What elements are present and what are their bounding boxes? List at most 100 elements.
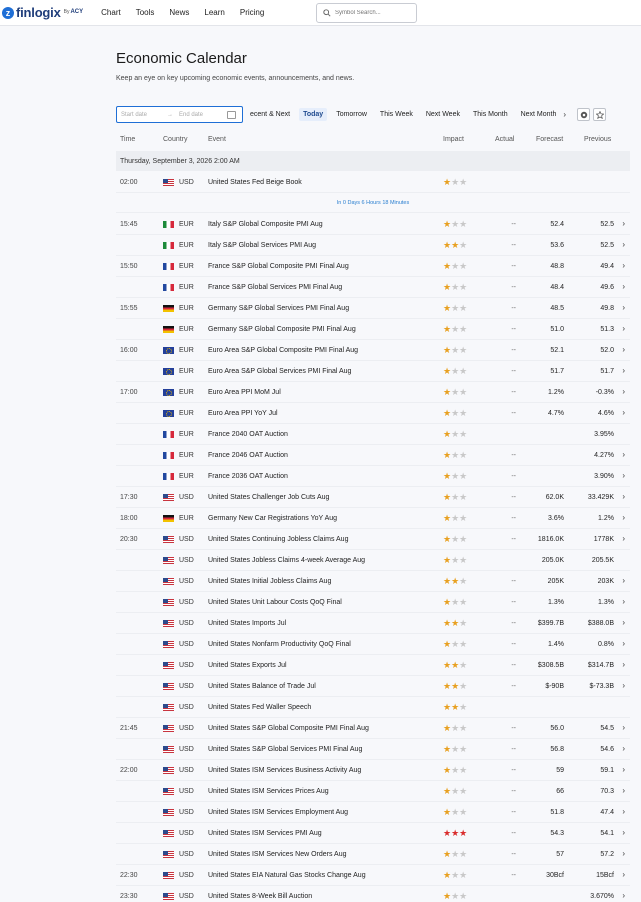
event-name[interactable]: United States S&P Global Composite PMI F… (208, 725, 369, 732)
tab-this-week[interactable]: This Week (376, 108, 417, 121)
chevron-right-icon[interactable]: › (622, 891, 625, 900)
table-row[interactable]: EUR France S&P Global Services PMI Final … (116, 277, 630, 298)
chevron-right-icon[interactable]: › (622, 723, 625, 732)
nav-pricing[interactable]: Pricing (240, 8, 264, 17)
chevron-right-icon[interactable]: › (622, 786, 625, 795)
event-name[interactable]: United States S&P Global Services PMI Fi… (208, 746, 362, 753)
chevron-right-icon[interactable]: › (622, 744, 625, 753)
table-row[interactable]: EUR France 2040 OAT Auction ★★★ 3.95% (116, 424, 630, 445)
tab-today[interactable]: Today (299, 108, 328, 121)
event-name[interactable]: Euro Area S&P Global Composite PMI Final… (208, 347, 358, 354)
event-name[interactable]: Euro Area S&P Global Services PMI Final … (208, 368, 351, 375)
table-row[interactable]: 16:00 EUR Euro Area S&P Global Composite P… (116, 340, 630, 361)
tabs-scroll-right-icon[interactable]: › (563, 110, 566, 119)
event-name[interactable]: Germany New Car Registrations YoY Aug (208, 515, 337, 522)
event-name[interactable]: United States ISM Services Business Acti… (208, 767, 361, 774)
table-row[interactable]: USD United States Jobless Claims 4-week A… (116, 550, 630, 571)
table-row[interactable]: USD United States Imports Jul ★★★ -- $399.7B… (116, 613, 630, 634)
event-name[interactable]: United States ISM Services Employment Au… (208, 809, 348, 816)
chevron-right-icon[interactable]: › (622, 324, 625, 333)
event-name[interactable]: Italy S&P Global Composite PMI Aug (208, 221, 323, 228)
table-row[interactable]: USD United States Nonfarm Productivity Qo… (116, 634, 630, 655)
timezone-button[interactable] (577, 108, 591, 121)
table-row[interactable]: 02:00 USD United States Fed Beige Book ★★★ (116, 172, 630, 193)
tab-next-month[interactable]: Next Month (517, 108, 561, 121)
event-name[interactable]: France S&P Global Composite PMI Final Au… (208, 263, 349, 270)
table-row[interactable]: 22:30 USD United States EIA Natural Gas St… (116, 865, 630, 886)
event-name[interactable]: United States Imports Jul (208, 620, 286, 627)
event-name[interactable]: United States ISM Services PMI Aug (208, 830, 322, 837)
chevron-right-icon[interactable]: › (622, 765, 625, 774)
table-row[interactable]: USD United States Balance of Trade Jul ★★★… (116, 676, 630, 697)
table-row[interactable]: EUR Germany S&P Global Composite PMI Fina… (116, 319, 630, 340)
search-input[interactable] (335, 10, 415, 16)
chevron-right-icon[interactable]: › (622, 387, 625, 396)
event-name[interactable]: United States Nonfarm Productivity QoQ F… (208, 641, 351, 648)
table-row[interactable]: 22:00 USD United States ISM Services Busin… (116, 760, 630, 781)
tab-recent-next[interactable]: ecent & Next (246, 108, 294, 121)
event-name[interactable]: Italy S&P Global Services PMI Aug (208, 242, 316, 249)
event-name[interactable]: United States Challenger Job Cuts Aug (208, 494, 329, 501)
chevron-right-icon[interactable]: › (622, 408, 625, 417)
table-row[interactable]: USD United States ISM Services New Orders… (116, 844, 630, 865)
chevron-right-icon[interactable]: › (622, 513, 625, 522)
table-row[interactable]: EUR Euro Area PPI YoY Jul ★★★ -- 4.7% 4.6% › (116, 403, 630, 424)
table-row[interactable]: 23:30 USD United States 8-Week Bill Auctio… (116, 886, 630, 902)
chevron-right-icon[interactable]: › (622, 681, 625, 690)
tab-tomorrow[interactable]: Tomorrow (332, 108, 371, 121)
calendar-icon[interactable] (227, 110, 236, 119)
chevron-right-icon[interactable]: › (622, 282, 625, 291)
event-name[interactable]: France S&P Global Services PMI Final Aug (208, 284, 342, 291)
favorite-button[interactable] (593, 108, 607, 121)
chevron-right-icon[interactable]: › (622, 870, 625, 879)
table-row[interactable]: 15:45 EUR Italy S&P Global Composite PMI A… (116, 214, 630, 235)
table-row[interactable]: USD United States Exports Jul ★★★ -- $308.5B… (116, 655, 630, 676)
chevron-right-icon[interactable]: › (622, 534, 625, 543)
chevron-right-icon[interactable]: › (622, 261, 625, 270)
event-name[interactable]: France 2036 OAT Auction (208, 473, 288, 480)
event-name[interactable]: United States ISM Services New Orders Au… (208, 851, 347, 858)
table-row[interactable]: USD United States ISM Services Prices Aug… (116, 781, 630, 802)
chevron-right-icon[interactable]: › (622, 660, 625, 669)
table-row[interactable]: 18:00 EUR Germany New Car Registrations Yo… (116, 508, 630, 529)
event-name[interactable]: United States Unit Labour Costs QoQ Fina… (208, 599, 342, 606)
event-name[interactable]: United States Exports Jul (208, 662, 287, 669)
page-scrollbar[interactable] (634, 30, 639, 902)
event-name[interactable]: United States EIA Natural Gas Stocks Cha… (208, 872, 366, 879)
chevron-right-icon[interactable]: › (622, 345, 625, 354)
chevron-right-icon[interactable]: › (622, 303, 625, 312)
end-date-field[interactable]: End date (179, 112, 227, 118)
chevron-right-icon[interactable]: › (622, 450, 625, 459)
symbol-search[interactable] (316, 3, 417, 23)
event-name[interactable]: Germany S&P Global Composite PMI Final A… (208, 326, 356, 333)
event-name[interactable]: France 2040 OAT Auction (208, 431, 288, 438)
chevron-right-icon[interactable]: › (622, 597, 625, 606)
chevron-right-icon[interactable]: › (622, 492, 625, 501)
table-row[interactable]: 17:00 EUR Euro Area PPI MoM Jul ★★★ -- 1.2% -0… (116, 382, 630, 403)
tab-next-week[interactable]: Next Week (422, 108, 464, 121)
chevron-right-icon[interactable]: › (622, 618, 625, 627)
table-row[interactable]: USD United States Initial Jobless Claims … (116, 571, 630, 592)
table-row[interactable]: 17:30 USD United States Challenger Job Cut… (116, 487, 630, 508)
event-name[interactable]: France 2046 OAT Auction (208, 452, 288, 459)
event-name[interactable]: United States 8-Week Bill Auction (208, 893, 312, 900)
chevron-right-icon[interactable]: › (622, 471, 625, 480)
table-row[interactable]: USD United States Unit Labour Costs QoQ F… (116, 592, 630, 613)
event-name[interactable]: United States Initial Jobless Claims Aug (208, 578, 331, 585)
start-date-field[interactable]: Start date (121, 112, 167, 118)
chevron-right-icon[interactable]: › (622, 849, 625, 858)
table-row[interactable]: EUR Euro Area S&P Global Services PMI Fin… (116, 361, 630, 382)
finlogix-logo[interactable]: z finlogix By ACY (2, 5, 83, 20)
table-row[interactable]: USD United States ISM Services Employment… (116, 802, 630, 823)
table-row[interactable]: 15:55 EUR Germany S&P Global Services PMI … (116, 298, 630, 319)
chevron-right-icon[interactable]: › (622, 807, 625, 816)
chevron-right-icon[interactable]: › (622, 366, 625, 375)
date-range-picker[interactable]: Start date → End date (116, 106, 243, 123)
table-row[interactable]: 20:30 USD United States Continuing Jobless… (116, 529, 630, 550)
event-name[interactable]: United States Balance of Trade Jul (208, 683, 316, 690)
nav-learn[interactable]: Learn (204, 8, 224, 17)
event-name[interactable]: Germany S&P Global Services PMI Final Au… (208, 305, 349, 312)
nav-news[interactable]: News (169, 8, 189, 17)
event-name[interactable]: Euro Area PPI YoY Jul (208, 410, 278, 417)
table-row[interactable]: USD United States Fed Waller Speech ★★★ (116, 697, 630, 718)
